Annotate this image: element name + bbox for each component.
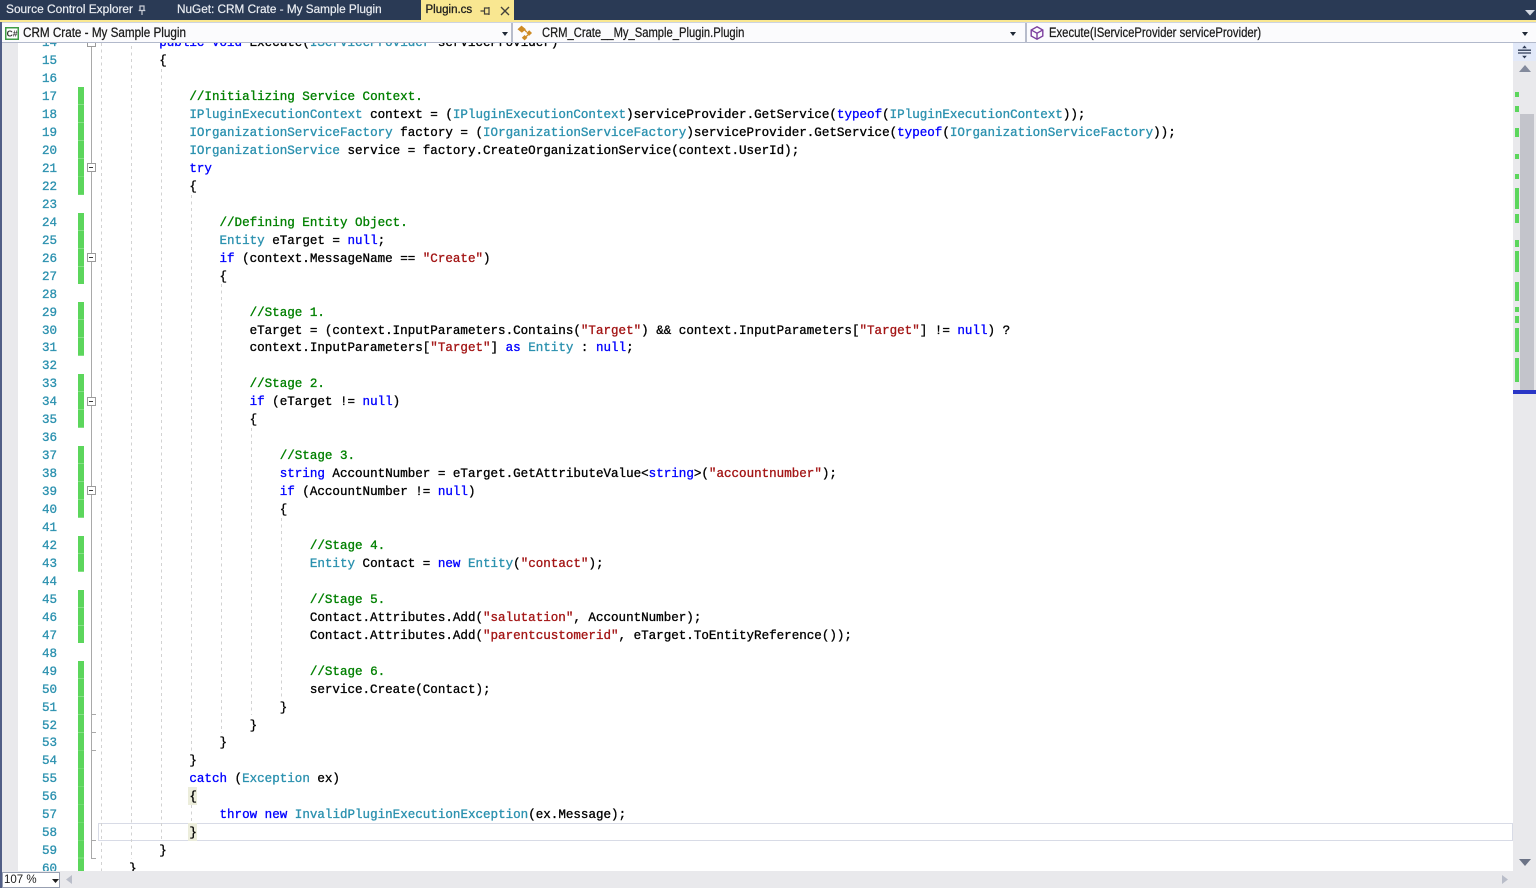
svg-text:C#: C# (7, 28, 18, 38)
